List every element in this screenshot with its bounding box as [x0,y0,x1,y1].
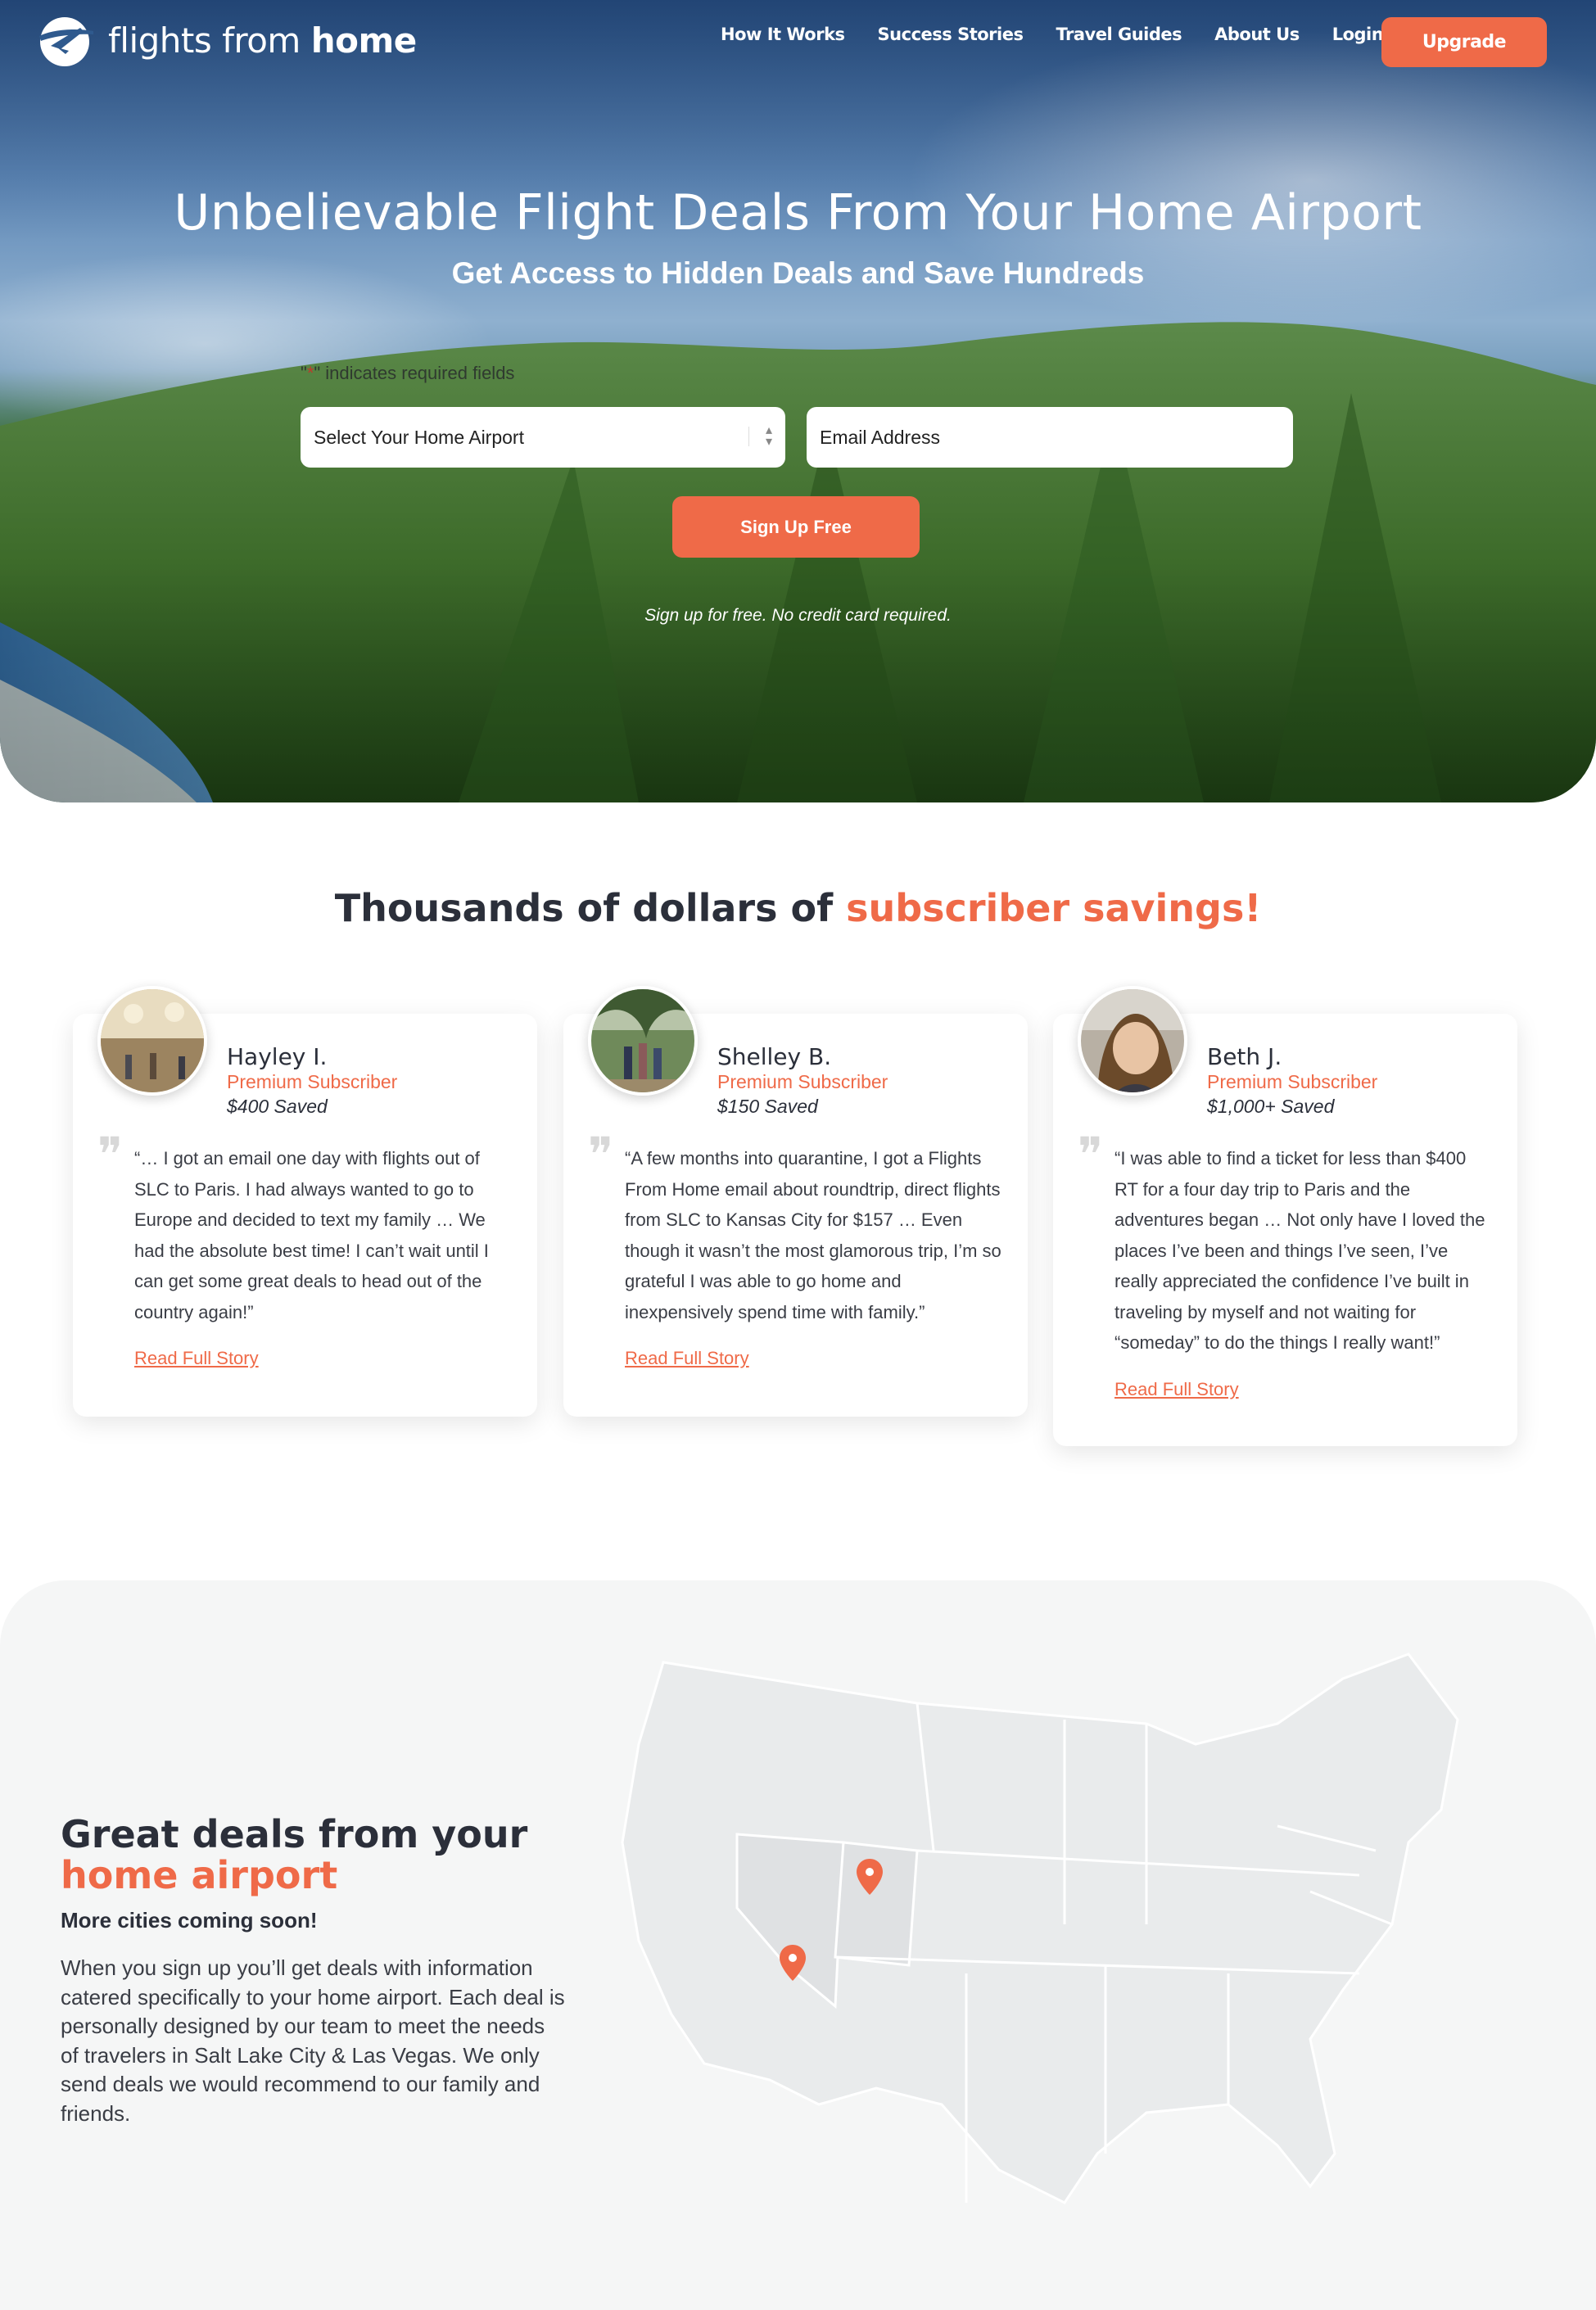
upgrade-button[interactable]: Upgrade [1381,17,1547,67]
testimonial-role: Premium Subscriber [717,1071,888,1092]
quote-icon: ❞ [588,1127,614,1182]
avatar [1078,986,1187,1096]
home-airport-select[interactable]: Select Your Home Airport ▴ ▾ [301,407,785,468]
read-full-story-link[interactable]: Read Full Story [134,1348,259,1369]
savings-heading-accent: subscriber savings! [846,886,1262,930]
plane-globe-icon [39,17,93,66]
required-prefix: " [301,363,307,383]
home-airport-placeholder: Select Your Home Airport [314,426,524,448]
testimonial-saved: $150 Saved [717,1096,818,1117]
hero-subtitle: Get Access to Hidden Deals and Save Hund… [451,256,1145,290]
read-full-story-link[interactable]: Read Full Story [1114,1379,1239,1400]
brand-wordmark: flights from home [108,20,417,61]
testimonial-name: Beth J. [1207,1043,1282,1070]
more-cities-coming: More cities coming soon! [61,1908,318,1933]
required-suffix: " indicates required fields [314,363,515,383]
select-divider [748,427,749,446]
savings-heading-plain: Thousands of dollars of [334,886,847,930]
photo-family-trees-icon [591,989,694,1092]
quote-icon: ❞ [1078,1127,1104,1182]
testimonial-name: Hayley I. [227,1043,328,1070]
home-airport-section: Great deals from your home airport More … [0,1580,1596,2310]
no-credit-card-note: Sign up for free. No credit card require… [644,606,952,625]
brand-logo[interactable]: flights from home [33,11,417,69]
testimonial-quote: “A few months into quarantine, I got a F… [625,1148,1001,1322]
nav-link-travel-guides[interactable]: Travel Guides [1056,25,1182,44]
testimonial-saved: $400 Saved [227,1096,328,1117]
photo-portrait-smile-icon [1081,989,1184,1092]
testimonial-role: Premium Subscriber [1207,1071,1378,1092]
read-full-story-link[interactable]: Read Full Story [625,1348,749,1369]
nav-link-about-us[interactable]: About Us [1214,25,1300,44]
email-field[interactable]: Email Address [807,407,1293,468]
nav-link-login[interactable]: Login [1332,25,1384,44]
top-navigation: flights from home How It Works Success S… [0,0,1596,82]
select-arrows-icon: ▴ ▾ [765,423,772,449]
hero-section: flights from home How It Works Success S… [0,0,1596,802]
required-fields-note: "*" indicates required fields [301,363,514,384]
testimonial-quote: “I was able to find a ticket for less th… [1114,1148,1485,1353]
avatar [588,986,698,1096]
nav-link-how-it-works[interactable]: How It Works [721,25,845,44]
testimonial-card: Beth J. Premium Subscriber $1,000+ Saved… [1053,986,1517,1446]
hero-title: Unbelievable Flight Deals From Your Home… [174,184,1422,242]
testimonial-role: Premium Subscriber [227,1071,398,1092]
hero-overlay [0,0,1596,802]
savings-heading: Thousands of dollars of subscriber savin… [0,886,1596,930]
testimonial-card: Hayley I. Premium Subscriber $400 Saved … [73,986,537,1417]
us-map-image [621,1652,1459,2204]
brand-wordmark-bold: home [310,20,418,61]
brand-wordmark-light: flights from [108,20,311,61]
email-placeholder: Email Address [820,426,941,448]
sign-up-free-button[interactable]: Sign Up Free [672,496,920,558]
avatar [97,986,207,1096]
quote-icon: ❞ [97,1127,124,1182]
photo-palace-hall-icon [101,989,204,1092]
testimonial-saved: $1,000+ Saved [1207,1096,1335,1117]
testimonial-card: Shelley B. Premium Subscriber $150 Saved… [563,986,1028,1417]
testimonial-name: Shelley B. [717,1043,832,1070]
nav-link-success-stories[interactable]: Success Stories [878,25,1024,44]
testimonial-quote: “… I got an email one day with flights o… [134,1148,489,1322]
nav-links: How It Works Success Stories Travel Guid… [721,25,1416,44]
deals-description: When you sign up you’ll get deals with i… [61,1955,565,2126]
deals-heading-line2: home airport [61,1853,338,1897]
deals-heading-line1: Great deals from your [61,1812,528,1856]
